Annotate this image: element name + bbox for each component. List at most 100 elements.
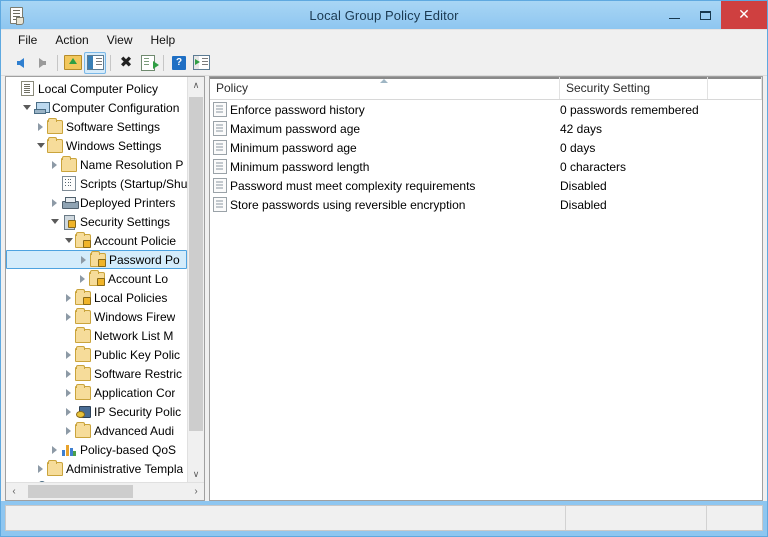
column-header-extra[interactable] xyxy=(708,77,762,99)
table-row[interactable]: Minimum password length0 characters xyxy=(210,157,762,176)
tree-item-label: Local Policies xyxy=(94,291,167,305)
table-row[interactable]: Password must meet complexity requiremen… xyxy=(210,176,762,195)
expand-arrow-closed-icon[interactable] xyxy=(62,427,75,435)
delete-button[interactable]: ✖ xyxy=(115,52,137,74)
tree-item-software-settings[interactable]: Software Settings xyxy=(6,117,187,136)
expand-arrow-closed-icon[interactable] xyxy=(76,275,89,283)
tree-vscroll-thumb[interactable] xyxy=(189,97,203,431)
tree-item-deployed-printers[interactable]: Deployed Printers xyxy=(6,193,187,212)
tree-item-account-lo[interactable]: Account Lo xyxy=(6,269,187,288)
tree-item-windows-firew[interactable]: Windows Firew xyxy=(6,307,187,326)
folder-up-icon xyxy=(64,55,82,70)
tree-item-policy-based-qos[interactable]: Policy-based QoS xyxy=(6,440,187,459)
forward-button[interactable] xyxy=(31,52,53,74)
ip-security-icon xyxy=(75,405,91,418)
tree-item-ip-security-polic[interactable]: IP Security Polic xyxy=(6,402,187,421)
tree-vertical-scrollbar[interactable]: ∧ ∨ xyxy=(187,77,204,482)
user-icon xyxy=(33,481,49,482)
expand-arrow-closed-icon[interactable] xyxy=(48,199,61,207)
minimize-button[interactable] xyxy=(659,1,690,29)
export-list-button[interactable] xyxy=(137,52,159,74)
scroll-up-icon[interactable]: ∧ xyxy=(188,77,204,93)
tree-item-label: Application Cor xyxy=(94,386,175,400)
tree-item-windows-settings[interactable]: Windows Settings xyxy=(6,136,187,155)
expand-arrow-closed-icon[interactable] xyxy=(77,256,90,264)
tree-hscroll-track[interactable] xyxy=(22,483,188,500)
column-header-policy[interactable]: Policy xyxy=(210,77,560,99)
expand-arrow-closed-icon[interactable] xyxy=(34,123,47,131)
expand-arrow-open-icon[interactable] xyxy=(20,105,33,110)
policy-setting-icon xyxy=(210,159,230,174)
table-row[interactable]: Maximum password age42 days xyxy=(210,119,762,138)
tree-item-scripts-startup-shu[interactable]: Scripts (Startup/Shu xyxy=(6,174,187,193)
expand-arrow-closed-icon[interactable] xyxy=(62,294,75,302)
expand-arrow-closed-icon[interactable] xyxy=(62,351,75,359)
policy-setting-icon xyxy=(210,197,230,212)
tree-item-security-settings[interactable]: Security Settings xyxy=(6,212,187,231)
folder-lock-icon xyxy=(90,253,106,267)
tree-vscroll-track[interactable] xyxy=(188,93,204,466)
expand-arrow-closed-icon[interactable] xyxy=(48,446,61,454)
export-list-icon xyxy=(141,55,155,71)
expand-arrow-open-icon[interactable] xyxy=(62,238,75,243)
expand-arrow-closed-icon[interactable] xyxy=(62,389,75,397)
column-header-security-setting-label: Security Setting xyxy=(566,81,650,95)
tree-item-network-list-m[interactable]: Network List M xyxy=(6,326,187,345)
back-button[interactable] xyxy=(9,52,31,74)
tree-item-public-key-polic[interactable]: Public Key Polic xyxy=(6,345,187,364)
show-hide-tree-button[interactable] xyxy=(84,52,106,74)
status-pane-2 xyxy=(566,506,707,530)
expand-arrow-closed-icon[interactable] xyxy=(62,313,75,321)
tree-item-label: Administrative Templa xyxy=(66,462,183,476)
tree-item-application-cor[interactable]: Application Cor xyxy=(6,383,187,402)
policy-document-icon xyxy=(19,81,35,96)
menu-file[interactable]: File xyxy=(9,31,46,49)
column-header-security-setting[interactable]: Security Setting xyxy=(560,77,708,99)
security-setting-value: Disabled xyxy=(560,198,762,212)
console-tree-pane: Local Computer Policy Computer Configurat… xyxy=(5,76,205,501)
table-row[interactable]: Store passwords using reversible encrypt… xyxy=(210,195,762,214)
tree-item-account-policie[interactable]: Account Policie xyxy=(6,231,187,250)
maximize-button[interactable] xyxy=(690,1,721,29)
window-title: Local Group Policy Editor xyxy=(1,8,767,23)
properties-button[interactable] xyxy=(190,52,212,74)
expand-arrow-closed-icon[interactable] xyxy=(34,465,47,473)
folder-lock-icon xyxy=(75,291,91,305)
expand-arrow-open-icon[interactable] xyxy=(48,219,61,224)
expand-arrow-closed-icon[interactable] xyxy=(48,161,61,169)
tree-item-local-policies[interactable]: Local Policies xyxy=(6,288,187,307)
tree-item-label: Local Computer Policy xyxy=(38,82,158,96)
tree-hscroll-thumb[interactable] xyxy=(28,485,133,498)
menu-help[interactable]: Help xyxy=(142,31,185,49)
window-bottom-padding xyxy=(1,531,767,536)
tree-item-administrative-templa[interactable]: Administrative Templa xyxy=(6,459,187,478)
tree-item-local-computer-policy[interactable]: Local Computer Policy xyxy=(6,79,187,98)
scroll-down-icon[interactable]: ∨ xyxy=(188,466,204,482)
delete-x-icon: ✖ xyxy=(120,55,133,70)
tree-horizontal-scrollbar[interactable]: ‹ › xyxy=(6,482,204,500)
tree-item-software-restric[interactable]: Software Restric xyxy=(6,364,187,383)
close-button[interactable]: ✕ xyxy=(721,1,767,29)
scroll-right-icon[interactable]: › xyxy=(188,483,204,500)
policy-name: Maximum password age xyxy=(230,122,560,136)
help-button[interactable]: ? xyxy=(168,52,190,74)
tree-item-password-po[interactable]: Password Po xyxy=(6,250,187,269)
table-row[interactable]: Minimum password age0 days xyxy=(210,138,762,157)
expand-arrow-open-icon[interactable] xyxy=(34,143,47,148)
up-one-level-button[interactable] xyxy=(62,52,84,74)
menu-action[interactable]: Action xyxy=(46,31,97,49)
policy-setting-icon xyxy=(210,121,230,136)
tree-item-computer-configuration[interactable]: Computer Configuration xyxy=(6,98,187,117)
table-row[interactable]: Enforce password history0 passwords reme… xyxy=(210,100,762,119)
expand-arrow-closed-icon[interactable] xyxy=(62,408,75,416)
expand-arrow-closed-icon[interactable] xyxy=(62,370,75,378)
policy-name: Password must meet complexity requiremen… xyxy=(230,179,560,193)
security-setting-value: 0 days xyxy=(560,141,762,155)
tree-item-advanced-audi[interactable]: Advanced Audi xyxy=(6,421,187,440)
scroll-left-icon[interactable]: ‹ xyxy=(6,483,22,500)
tree-item-name-resolution-p[interactable]: Name Resolution P xyxy=(6,155,187,174)
list-column-headers: Policy Security Setting xyxy=(210,77,762,100)
policy-setting-icon xyxy=(210,178,230,193)
menu-view[interactable]: View xyxy=(98,31,142,49)
qos-chart-icon xyxy=(61,444,77,456)
